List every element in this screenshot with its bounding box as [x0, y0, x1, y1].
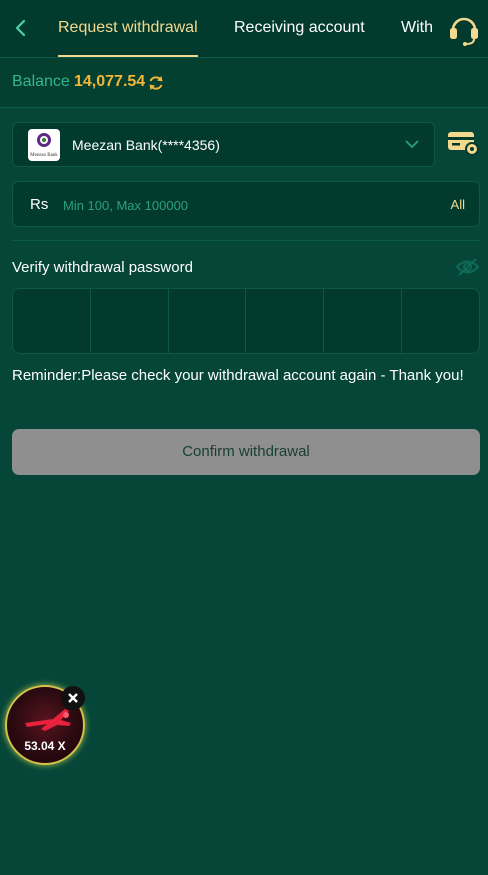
svg-text:Meezan Bank: Meezan Bank	[30, 153, 58, 158]
pin-digit-box[interactable]	[402, 289, 479, 353]
close-icon	[68, 693, 78, 703]
close-float-button[interactable]	[61, 686, 85, 710]
balance-label: Balance	[12, 73, 70, 90]
balance-value: 14,077.54	[74, 73, 146, 90]
tab-request-withdrawal[interactable]: Request withdrawal	[58, 0, 198, 58]
eye-hidden-icon[interactable]	[455, 257, 480, 277]
meezan-bank-logo: Meezan Bank	[28, 129, 60, 161]
pin-digit-box[interactable]	[91, 289, 169, 353]
refresh-icon[interactable]	[147, 74, 165, 92]
pin-digit-box[interactable]	[324, 289, 403, 353]
divider	[12, 240, 480, 241]
all-amount-button[interactable]: All	[451, 197, 465, 212]
balance-bar: Balance 14,077.54	[0, 58, 488, 108]
card-settings-icon[interactable]	[446, 128, 481, 158]
pin-digit-box[interactable]	[246, 289, 325, 353]
top-nav-bar: Request withdrawal Receiving account Wit…	[0, 0, 488, 58]
pin-digit-box[interactable]	[169, 289, 247, 353]
reminder-text: Reminder:Please check your withdrawal ac…	[12, 367, 464, 384]
password-pin-input[interactable]	[12, 288, 480, 354]
selected-bank-account: Meezan Bank(****4356)	[72, 137, 220, 153]
bank-account-select[interactable]: Meezan Bank Meezan Bank(****4356)	[12, 122, 435, 167]
tab-withdrawal-record[interactable]: With	[401, 0, 433, 58]
amount-input[interactable]	[63, 190, 423, 220]
pin-digit-box[interactable]	[13, 289, 91, 353]
confirm-withdrawal-button[interactable]: Confirm withdrawal	[12, 429, 480, 475]
withdrawal-amount-field: Rs All	[12, 181, 480, 227]
verify-password-label: Verify withdrawal password	[12, 259, 193, 276]
tab-receiving-account[interactable]: Receiving account	[234, 0, 365, 58]
currency-label: Rs	[30, 196, 49, 213]
multiplier-value: 53.04 X	[24, 739, 66, 753]
chevron-down-icon	[405, 140, 419, 149]
customer-support-headset-icon[interactable]	[444, 10, 484, 48]
back-arrow-icon[interactable]	[10, 15, 32, 41]
